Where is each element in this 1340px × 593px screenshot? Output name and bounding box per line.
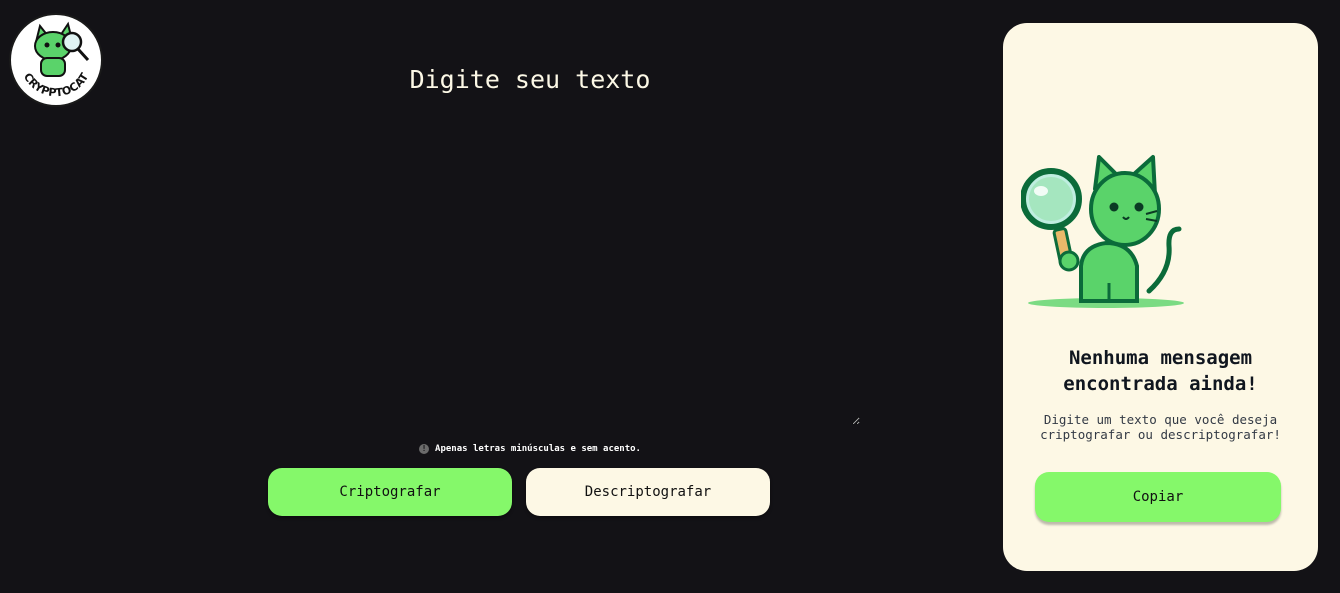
detective-cat-icon [1020, 151, 1191, 313]
output-panel: Nenhuma mensagem encontrada ainda! Digit… [1003, 23, 1318, 571]
message-input[interactable] [200, 55, 860, 425]
cryptocat-logo: CRYPPTOCAT [8, 12, 104, 108]
decrypt-button[interactable]: Descriptografar [526, 468, 770, 516]
input-hint: ! Apenas letras minúsculas e sem acento. [0, 444, 1060, 454]
info-icon: ! [419, 444, 430, 454]
empty-state-description: Digite um texto que você deseja criptogr… [1040, 412, 1281, 442]
empty-state-title: Nenhuma mensagem encontrada ainda! [1063, 347, 1258, 395]
encrypt-button[interactable]: Criptografar [268, 468, 512, 516]
cat-logo-icon: CRYPPTOCAT [9, 13, 103, 107]
app-page: CRYPPTOCAT ! Apenas letras minúsculas e … [0, 0, 1340, 593]
hint-text: Apenas letras minúsculas e sem acento. [435, 444, 641, 454]
copy-button[interactable]: Copiar [1035, 472, 1281, 522]
